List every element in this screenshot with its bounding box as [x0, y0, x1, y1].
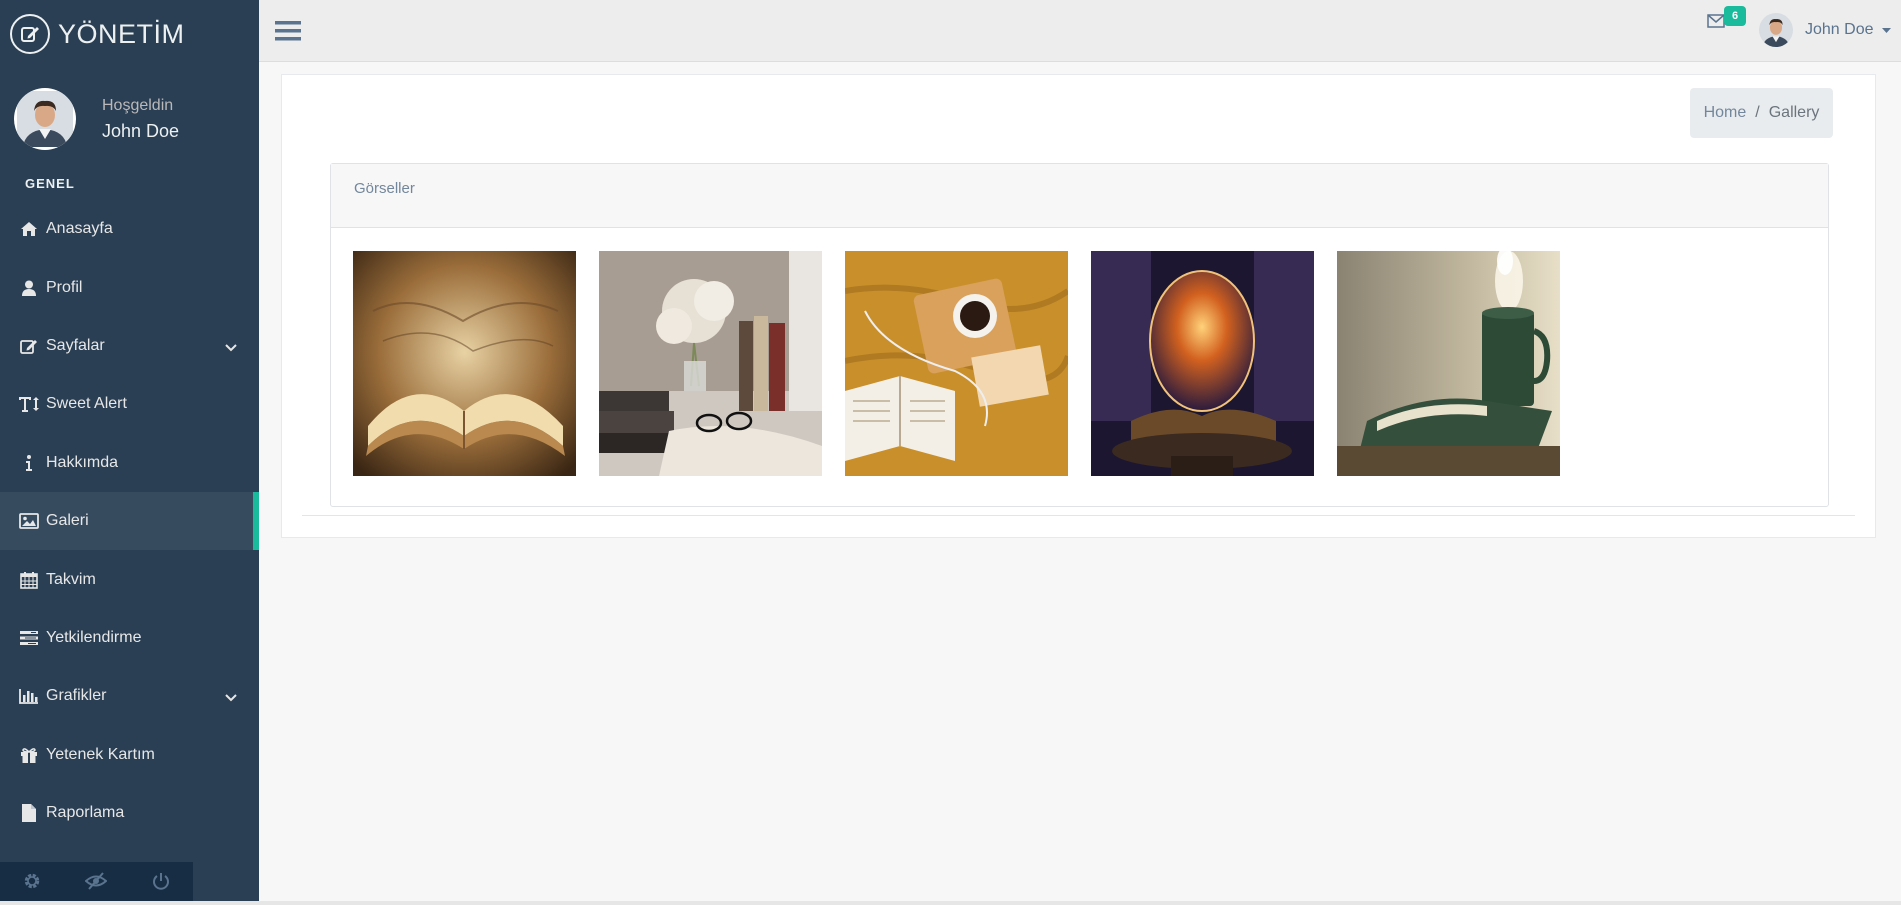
- sidebar-footer: [0, 862, 193, 905]
- chevron-down-icon: [225, 689, 237, 707]
- brand-title: YÖNETİM: [58, 18, 185, 49]
- content-panel: Home / Gallery Görseller: [281, 74, 1876, 538]
- sidebar-item-label: Takvim: [46, 570, 96, 588]
- breadcrumb-current: Gallery: [1768, 104, 1820, 121]
- hamburger-icon: [275, 21, 301, 46]
- avatar: [14, 88, 76, 150]
- logout-button[interactable]: [129, 862, 193, 905]
- profile-name: John Doe: [102, 120, 180, 141]
- power-icon: [152, 872, 170, 895]
- image-icon: [16, 513, 42, 530]
- sidebar: YÖNETİM Hoşgeldin John Doe GENEL Anasayf…: [0, 0, 259, 905]
- brand[interactable]: YÖNETİM: [10, 12, 185, 56]
- bar-chart-icon: [16, 688, 42, 705]
- edit-logo-icon: [10, 14, 50, 54]
- sidebar-item-label: Hakkımda: [46, 453, 119, 471]
- breadcrumb-home-link[interactable]: Home: [1704, 104, 1747, 122]
- text-height-icon: [16, 396, 42, 413]
- tasks-icon: [16, 630, 42, 646]
- avatar: [1759, 13, 1793, 47]
- messages-button[interactable]: [1707, 14, 1725, 33]
- sidebar-item-label: Yetkilendirme: [46, 628, 142, 646]
- sidebar-item-yetenek-kartim[interactable]: Yetenek Kartım: [0, 726, 259, 784]
- settings-button[interactable]: [0, 862, 64, 905]
- gallery-grid: [353, 251, 1560, 476]
- book-map-image[interactable]: [353, 251, 576, 476]
- sidebar-item-takvim[interactable]: Takvim: [0, 550, 259, 608]
- sidebar-item-label: Anasayfa: [46, 220, 113, 238]
- sidebar-item-label: Sweet Alert: [46, 395, 127, 413]
- sidebar-item-label: Sayfalar: [46, 336, 105, 354]
- sidebar-item-grafikler[interactable]: Grafikler: [0, 667, 259, 725]
- breadcrumb-separator: /: [1755, 104, 1760, 121]
- gallery-card: Görseller: [330, 163, 1829, 507]
- sidebar-item-sayfalar[interactable]: Sayfalar: [0, 317, 259, 375]
- sidebar-item-label: Profil: [46, 278, 83, 296]
- sidebar-item-hakkimda[interactable]: Hakkımda: [0, 434, 259, 492]
- menu-toggle-button[interactable]: [275, 20, 301, 47]
- mug-book-image[interactable]: [1337, 251, 1560, 476]
- info-icon: [16, 454, 42, 471]
- sidebar-item-sweet-alert[interactable]: Sweet Alert: [0, 375, 259, 433]
- breadcrumb: Home / Gallery: [1690, 88, 1833, 138]
- sidebar-item-profil[interactable]: Profil: [0, 258, 259, 316]
- welcome-text: Hoşgeldin: [102, 96, 174, 114]
- edit-icon: [16, 338, 42, 354]
- user-dropdown[interactable]: John Doe: [1759, 13, 1891, 47]
- top-navbar: 6 John Doe: [259, 0, 1901, 62]
- flowers-books-image[interactable]: [599, 251, 822, 476]
- horizontal-scrollbar[interactable]: [0, 901, 1901, 905]
- coffee-book-image[interactable]: [845, 251, 1068, 476]
- sidebar-item-label: Grafikler: [46, 687, 107, 705]
- sidebar-item-label: Yetenek Kartım: [46, 745, 155, 763]
- sidebar-menu: Anasayfa Profil Sayfalar Sweet Alert Hak…: [0, 200, 259, 842]
- sidebar-item-galeri[interactable]: Galeri: [0, 491, 259, 551]
- envelope-icon: [1707, 14, 1725, 32]
- fullscreen-button[interactable]: [64, 862, 128, 905]
- eye-slash-icon: [84, 872, 108, 895]
- gift-icon: [16, 747, 42, 763]
- sidebar-item-yetkilendirme[interactable]: Yetkilendirme: [0, 609, 259, 667]
- calendar-icon: [16, 571, 42, 589]
- gallery-card-title: Görseller: [331, 164, 1828, 228]
- home-icon: [16, 221, 42, 237]
- profile-block: Hoşgeldin John Doe: [14, 88, 179, 150]
- settings-icon: [23, 872, 41, 895]
- sidebar-item-anasayfa[interactable]: Anasayfa: [0, 200, 259, 258]
- menu-section-title: GENEL: [25, 176, 75, 191]
- sidebar-item-label: Galeri: [46, 512, 89, 530]
- user-icon: [16, 280, 42, 296]
- caret-down-icon: [1881, 21, 1891, 39]
- divider: [302, 515, 1855, 516]
- file-icon: [16, 803, 42, 823]
- notification-count-badge: 6: [1724, 6, 1746, 26]
- magic-crystal-book-image[interactable]: [1091, 251, 1314, 476]
- chevron-down-icon: [225, 339, 237, 357]
- sidebar-item-raporlama[interactable]: Raporlama: [0, 784, 259, 842]
- sidebar-item-label: Raporlama: [46, 804, 125, 822]
- user-name: John Doe: [1805, 21, 1874, 38]
